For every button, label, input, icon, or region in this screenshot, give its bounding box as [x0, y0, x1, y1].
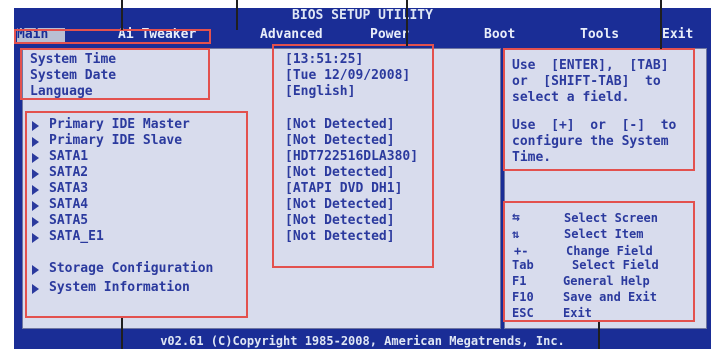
callout-line [660, 0, 662, 49]
callout-line [598, 322, 600, 349]
tab-tools[interactable]: Tools [580, 28, 619, 42]
callout-line [121, 0, 123, 30]
tab-power[interactable]: Power [370, 28, 409, 42]
annotation-box-help [503, 48, 695, 171]
annotation-box-values [272, 44, 434, 268]
callout-line [406, 0, 408, 46]
annotation-box-keys [503, 201, 695, 322]
bios-title: BIOS SETUP UTILITY [292, 8, 433, 23]
callout-line [121, 318, 123, 349]
tab-exit[interactable]: Exit [662, 28, 693, 42]
bios-screen: BIOS SETUP UTILITY Main Ai Tweaker Advan… [0, 0, 721, 349]
annotation-box-system [20, 48, 210, 100]
copyright-footer: v02.61 (C)Copyright 1985-2008, American … [14, 333, 711, 349]
tab-boot[interactable]: Boot [484, 28, 515, 42]
annotation-box-menu [14, 29, 211, 44]
callout-line [236, 0, 238, 30]
tab-advanced[interactable]: Advanced [260, 28, 323, 42]
annotation-box-devices [25, 111, 248, 318]
